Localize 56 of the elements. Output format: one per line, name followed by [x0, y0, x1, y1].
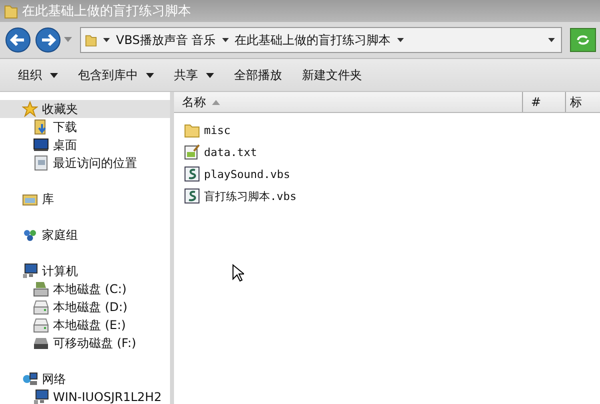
address-bar[interactable]: VBS播放声音 音乐 在此基础上做的盲打练习脚本 — [80, 27, 562, 53]
nav-item[interactable]: 收藏夹 — [0, 100, 170, 118]
nav-item[interactable]: 计算机 — [0, 262, 170, 280]
drive-icon — [33, 317, 49, 333]
network-icon — [22, 371, 38, 387]
removable-icon — [33, 335, 49, 351]
script-file-icon — [184, 188, 200, 204]
nav-item[interactable]: WIN-IUOSJR1L2H2 — [0, 388, 170, 404]
caret-icon[interactable] — [396, 38, 404, 42]
toolbar-button[interactable]: 包含到库中 — [70, 64, 162, 86]
file-name[interactable]: playSound.vbs — [204, 168, 290, 180]
computer-icon — [33, 389, 49, 404]
caret-icon — [50, 72, 58, 78]
breadcrumb-item[interactable]: VBS播放声音 音乐 — [116, 32, 216, 48]
caret-icon[interactable] — [222, 38, 229, 42]
column-header[interactable]: 标 — [566, 92, 600, 112]
caret-icon — [206, 72, 214, 78]
text-file-icon — [184, 144, 200, 160]
computer-icon — [22, 263, 38, 279]
back-button[interactable] — [4, 26, 32, 54]
nav-item[interactable]: 网络 — [0, 370, 170, 388]
folder-icon — [4, 3, 18, 19]
toolbar-button[interactable]: 新建文件夹 — [294, 64, 370, 86]
script-file-icon — [184, 166, 200, 182]
column-header[interactable]: 名称 — [174, 92, 523, 112]
nav-item[interactable]: 可移动磁盘 (F:) — [0, 334, 170, 352]
file-name[interactable]: 盲打练习脚本.vbs — [204, 188, 296, 204]
nav-item[interactable]: 本地磁盘 (E:) — [0, 316, 170, 334]
nav-item[interactable]: 家庭组 — [0, 226, 170, 244]
toolbar-button[interactable]: 组织 — [10, 64, 66, 86]
drive-icon — [33, 299, 49, 315]
file-name[interactable]: data.txt — [204, 146, 257, 158]
cursor-icon — [232, 264, 244, 282]
nav-item[interactable]: 最近访问的位置 — [0, 154, 170, 172]
file-name[interactable]: misc — [204, 124, 230, 136]
desktop-icon — [33, 137, 49, 153]
breadcrumb-item[interactable]: 在此基础上做的盲打练习脚本 — [234, 32, 391, 48]
nav-item[interactable]: 桌面 — [0, 136, 170, 154]
caret-icon[interactable] — [103, 38, 110, 42]
refresh-icon — [576, 34, 590, 46]
nav-item[interactable]: 下载 — [0, 118, 170, 136]
nav-item[interactable]: 库 — [0, 190, 170, 208]
caret-icon[interactable] — [548, 38, 555, 42]
column-header[interactable]: # — [523, 92, 566, 112]
star-icon — [22, 101, 38, 117]
nav-item[interactable]: 本地磁盘 (D:) — [0, 298, 170, 316]
window-title: 在此基础上做的盲打练习脚本 — [22, 3, 191, 20]
refresh-button[interactable] — [570, 28, 596, 52]
drive-icon — [33, 281, 49, 297]
sort-arrow-icon — [212, 100, 220, 104]
toolbar-button[interactable]: 全部播放 — [226, 64, 290, 86]
folder-icon — [184, 122, 200, 138]
nav-item[interactable]: 本地磁盘 (C:) — [0, 280, 170, 298]
toolbar-button[interactable]: 共享 — [166, 64, 222, 86]
forward-button[interactable] — [34, 26, 62, 54]
caret-icon — [146, 72, 154, 78]
